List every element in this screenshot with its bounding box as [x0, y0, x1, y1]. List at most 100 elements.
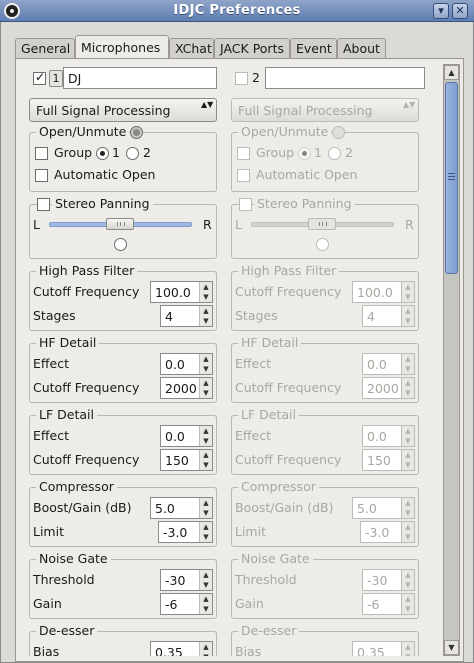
gate-gain-spinner[interactable]: -6 ▲ ▼ [160, 593, 213, 615]
boost-gain-value: 5.0 [357, 501, 377, 516]
spinner-arrows-icon[interactable]: ▲▼ [199, 306, 212, 326]
open-unmute-group: Open/Unmute Group 1 2 Automatic Open [29, 124, 217, 192]
spinner-arrows-icon: ▲▼ [401, 642, 414, 656]
scroll-down-arrow-icon[interactable]: ▼ [444, 640, 459, 655]
hf-cutoff-value: 2000 [165, 381, 197, 396]
spinner-arrows-icon[interactable]: ▲▼ [199, 282, 212, 302]
channel-scroll-area: 1 DJ Full Signal Processing ▲▼ Open/Unmu… [21, 64, 438, 656]
pan-center-indicator [316, 238, 329, 251]
gate-gain-value: -6 [165, 597, 178, 612]
group-checkbox[interactable] [35, 147, 48, 160]
spinner-arrows-icon[interactable]: ▲▼ [199, 570, 212, 590]
noise-gate-group: Noise Gate Threshold -30 ▲ ▼ Gain -6 ▲ ▼ [29, 551, 217, 619]
tab-about[interactable]: About [337, 38, 386, 59]
de-esser-title: De-esser [238, 623, 300, 638]
pan-slider-handle[interactable] [106, 218, 134, 230]
hpf-stages-label: Stages [33, 308, 76, 323]
noise-gate-group: Noise Gate Threshold -30 ▲ ▼ Gain -6 ▲ ▼ [231, 551, 419, 619]
limit-spinner[interactable]: -3.0 ▲ ▼ [158, 521, 213, 543]
spinner-arrows-icon[interactable]: ▲▼ [199, 642, 212, 656]
boost-gain-value: 5.0 [155, 501, 175, 516]
processing-mode-select[interactable]: Full Signal Processing ▲▼ [29, 98, 217, 122]
hpf-stages-value: 4 [367, 309, 375, 324]
group-checkbox [237, 147, 250, 160]
bias-value: 0.35 [357, 645, 385, 656]
hf-effect-spinner: 0.0 ▲ ▼ [362, 353, 415, 375]
lf-cutoff-value: 150 [165, 453, 189, 468]
noise-gate-title: Noise Gate [36, 551, 111, 566]
lf-cutoff-spinner[interactable]: 150 ▲ ▼ [160, 449, 213, 471]
group-1-radio [298, 147, 311, 160]
grip-icon [448, 173, 455, 174]
window-title: IDJC Preferences [173, 3, 301, 18]
vertical-scrollbar[interactable]: ▲ ▼ [443, 64, 460, 656]
high-pass-filter-group: High Pass Filter Cutoff Frequency 100.0 … [29, 263, 217, 331]
updown-arrows-icon: ▲▼ [403, 100, 416, 109]
stereo-panning-checkbox[interactable] [37, 198, 50, 211]
de-esser-group: De-esser Bias 0.35 ▲▼ [29, 623, 217, 656]
close-button[interactable]: ✕ [452, 3, 468, 19]
title-bar: IDJC Preferences ▾ ✕ [0, 0, 474, 22]
scrollbar-thumb[interactable] [445, 82, 458, 274]
spinner-arrows-icon[interactable]: ▲▼ [199, 354, 212, 374]
group-2-radio [328, 147, 341, 160]
lf-cutoff-value: 150 [367, 453, 391, 468]
automatic-open-label: Automatic Open [256, 167, 358, 182]
automatic-open-checkbox[interactable] [35, 169, 48, 182]
spinner-arrows-icon: ▲▼ [401, 594, 414, 614]
hf-effect-spinner[interactable]: 0.0 ▲ ▼ [160, 353, 213, 375]
stereo-panning-checkbox [239, 198, 252, 211]
channel-index-button[interactable]: 1 [49, 70, 63, 87]
bias-spinner[interactable]: 0.35 ▲▼ [150, 641, 213, 656]
hf-cutoff-spinner[interactable]: 2000 ▲ ▼ [160, 377, 213, 399]
spinner-arrows-icon[interactable]: ▲▼ [199, 522, 212, 542]
compressor-group: Compressor Boost/Gain (dB) 5.0 ▲ ▼ Limit … [231, 479, 419, 547]
threshold-label: Threshold [33, 572, 95, 587]
hpf-stages-label: Stages [235, 308, 278, 323]
lf-cutoff-spinner: 150 ▲ ▼ [362, 449, 415, 471]
channel-enable-checkbox[interactable] [33, 70, 46, 85]
channel-name-field[interactable] [265, 67, 425, 89]
hf-detail-title: HF Detail [238, 335, 302, 350]
spinner-arrows-icon[interactable]: ▲▼ [199, 426, 212, 446]
lf-cutoff-label: Cutoff Frequency [33, 452, 140, 467]
spinner-arrows-icon: ▲▼ [401, 354, 414, 374]
compressor-title: Compressor [238, 479, 319, 494]
group-1-label: 1 [112, 145, 120, 160]
hf-cutoff-label: Cutoff Frequency [235, 380, 342, 395]
spinner-arrows-icon[interactable]: ▲▼ [199, 450, 212, 470]
group-2-radio[interactable] [126, 147, 139, 160]
channel-enable-checkbox[interactable] [235, 72, 248, 85]
group-1-radio[interactable] [96, 147, 109, 160]
pan-center-indicator[interactable] [114, 238, 127, 251]
spinner-arrows-icon[interactable]: ▲▼ [199, 594, 212, 614]
spinner-arrows-icon[interactable]: ▲▼ [199, 498, 212, 518]
boost-gain-label: Boost/Gain (dB) [235, 500, 334, 515]
tab-microphones[interactable]: Microphones [75, 35, 169, 60]
scroll-up-arrow-icon[interactable]: ▲ [444, 65, 459, 80]
microphones-panel: 1 DJ Full Signal Processing ▲▼ Open/Unmu… [15, 58, 464, 662]
spinner-arrows-icon[interactable]: ▲▼ [199, 378, 212, 398]
threshold-spinner: -30 ▲ ▼ [362, 569, 415, 591]
tab-jack-ports[interactable]: JACK Ports [214, 38, 290, 59]
hpf-cutoff-spinner[interactable]: 100.0 ▲ ▼ [150, 281, 213, 303]
threshold-value: -30 [367, 573, 388, 588]
open-unmute-group: Open/Unmute Group 1 2 Automatic Open [231, 124, 419, 192]
spinner-arrows-icon: ▲▼ [401, 498, 414, 518]
tab-xchat[interactable]: XChat [169, 38, 214, 59]
minimize-button[interactable]: ▾ [433, 3, 449, 19]
tab-general[interactable]: General [15, 38, 75, 59]
bias-label: Bias [235, 644, 262, 656]
hpf-cutoff-value: 100.0 [357, 285, 393, 300]
threshold-label: Threshold [235, 572, 297, 587]
high-pass-filter-group: High Pass Filter Cutoff Frequency 100.0 … [231, 263, 419, 331]
lf-effect-spinner[interactable]: 0.0 ▲ ▼ [160, 425, 213, 447]
hpf-stages-spinner[interactable]: 4 ▲ ▼ [160, 305, 213, 327]
limit-label: Limit [235, 524, 266, 539]
boost-gain-label: Boost/Gain (dB) [33, 500, 132, 515]
tab-event[interactable]: Event [290, 38, 337, 59]
channel-name-field[interactable]: DJ [63, 67, 217, 89]
threshold-spinner[interactable]: -30 ▲ ▼ [160, 569, 213, 591]
boost-gain-spinner[interactable]: 5.0 ▲ ▼ [150, 497, 213, 519]
lf-effect-spinner: 0.0 ▲ ▼ [362, 425, 415, 447]
